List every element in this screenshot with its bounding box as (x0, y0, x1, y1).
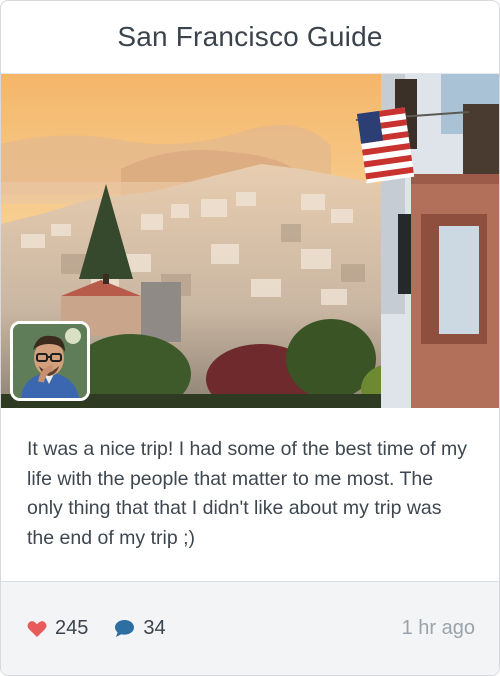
post-photo[interactable] (1, 74, 499, 408)
avatar-portrait-illustration (13, 324, 87, 398)
heart-icon (27, 620, 47, 637)
post-caption: It was a nice trip! I had some of the be… (1, 408, 499, 582)
comment-count: 34 (143, 617, 166, 639)
card-header: San Francisco Guide (1, 1, 499, 74)
speech-bubble-icon (115, 620, 135, 637)
user-avatar[interactable] (10, 321, 90, 401)
card-title: San Francisco Guide (117, 21, 383, 52)
post-timestamp: 1 hr ago (401, 617, 475, 639)
like-button[interactable]: 245 (27, 617, 88, 640)
post-card: San Francisco Guide It was a nice trip! … (0, 0, 500, 676)
comment-button[interactable]: 34 (114, 617, 166, 640)
caption-text: It was a nice trip! I had some of the be… (27, 438, 468, 549)
like-count: 245 (55, 617, 89, 639)
card-footer: 245 34 1 hr ago (1, 582, 499, 675)
